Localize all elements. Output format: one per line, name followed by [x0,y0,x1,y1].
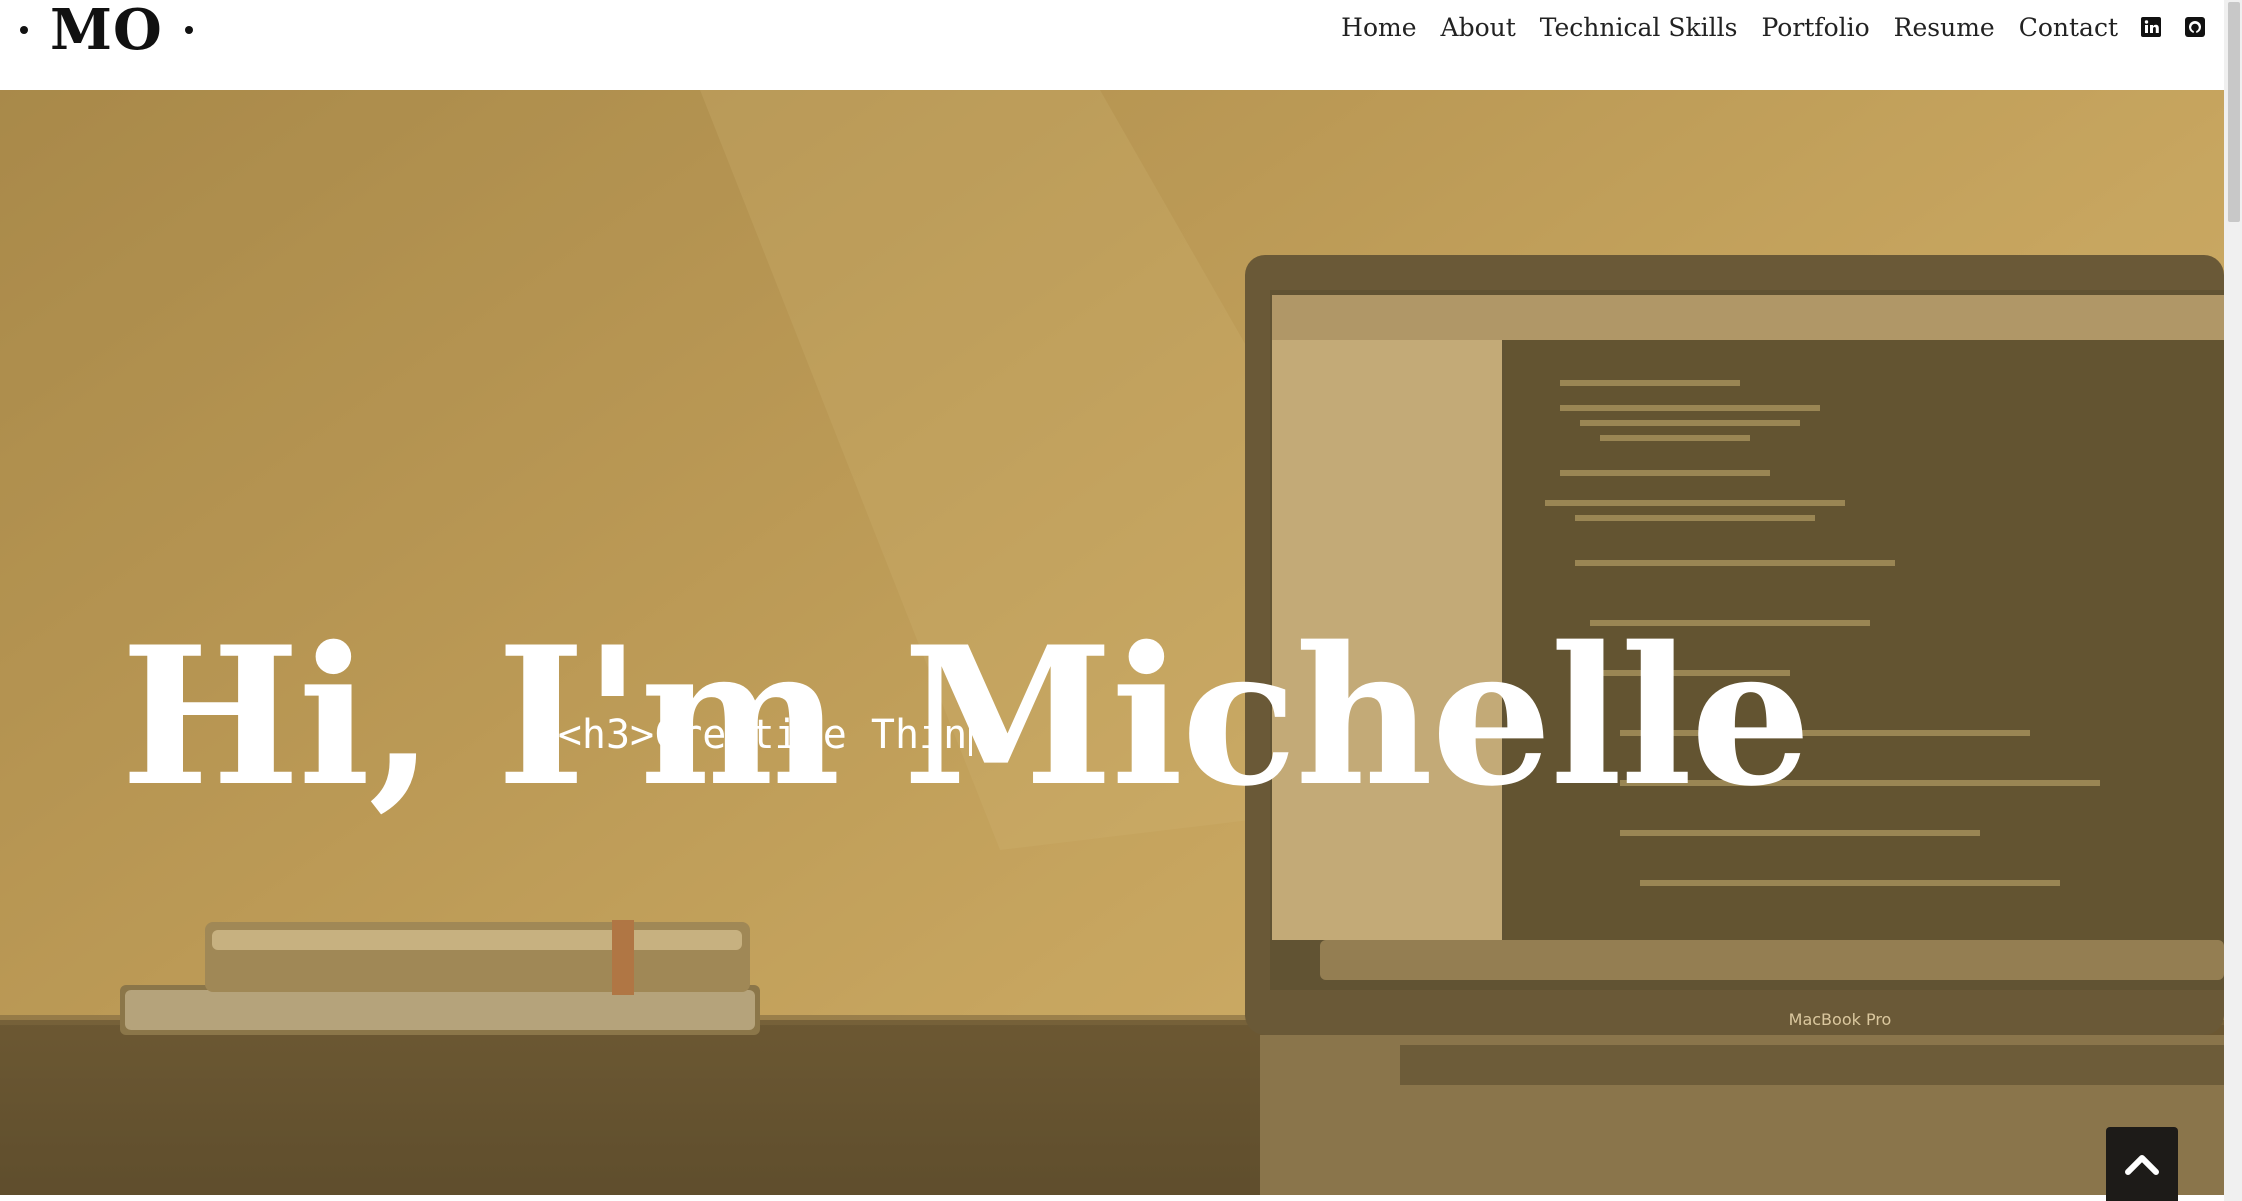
typed-text: <h3>Creative Thin [557,712,968,758]
nav-link-portfolio[interactable]: Portfolio [1761,13,1869,42]
nav-links: Home About Technical Skills Portfolio Re… [1317,13,2206,42]
page-scrollbar[interactable] [2224,0,2242,1201]
brand-initials: MO [50,0,163,63]
typing-cursor [969,712,973,756]
nav-link-contact[interactable]: Contact [2019,13,2118,42]
nav-link-technical-skills[interactable]: Technical Skills [1540,13,1738,42]
scrollbar-thumb[interactable] [2228,2,2240,222]
linkedin-icon[interactable] [2140,16,2162,38]
brand-dot-left [20,26,28,34]
github-icon[interactable] [2184,16,2206,38]
brand-dot-right [184,26,193,34]
hero-section: MacBook Pro Hi, I'm Michelle <h3>Creativ… [0,90,2224,1195]
nav-link-home[interactable]: Home [1341,13,1416,42]
nav-link-about[interactable]: About [1441,13,1516,42]
hero-typed-subtitle: <h3>Creative Thin [0,710,1530,760]
nav-link-resume[interactable]: Resume [1894,13,1995,42]
brand-logo[interactable]: MO [20,0,193,60]
page: MO Home About Technical Skills Portfolio… [0,0,2242,1201]
back-to-top-button[interactable] [2106,1127,2178,1201]
chevron-up-icon [2125,1155,2159,1175]
navbar: MO Home About Technical Skills Portfolio… [0,0,2224,90]
